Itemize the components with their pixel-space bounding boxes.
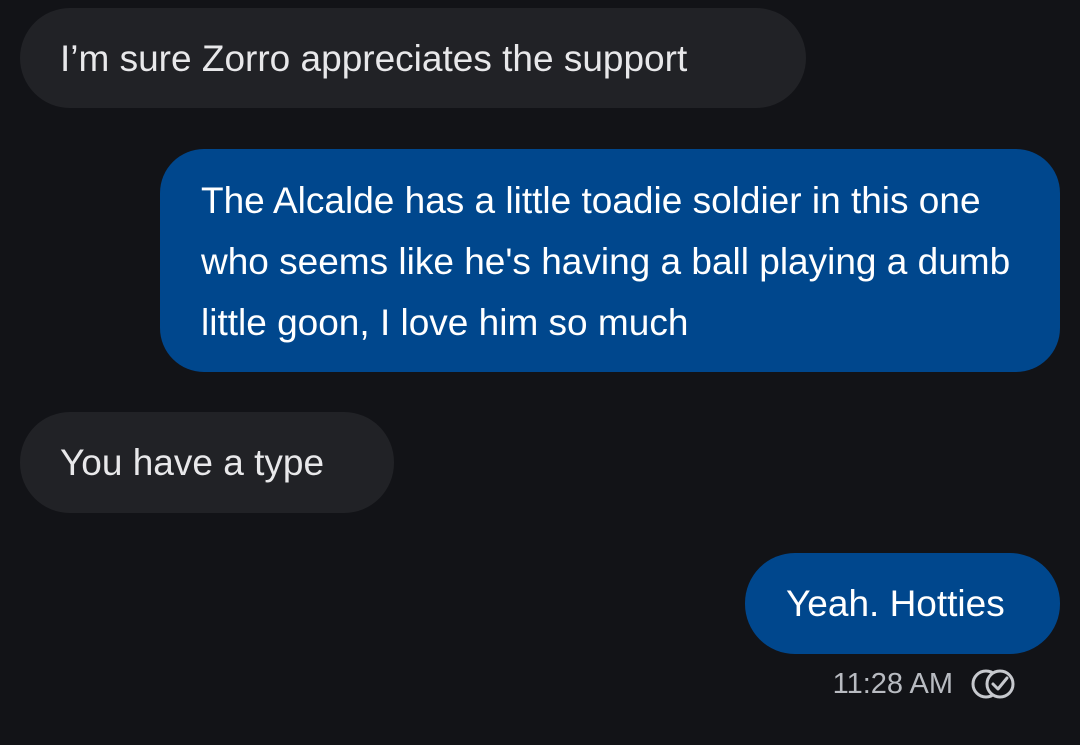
message-timestamp: 11:28 AM [832,667,953,700]
read-check-icon [971,665,1017,703]
message-thread: I’m sure Zorro appreciates the support T… [0,0,1080,745]
outgoing-message-bubble[interactable]: Yeah. Hotties [745,553,1060,654]
incoming-message-bubble[interactable]: I’m sure Zorro appreciates the support [20,8,806,108]
message-status: 11:28 AM [833,664,1017,704]
incoming-message-bubble[interactable]: You have a type [20,412,394,513]
outgoing-message-bubble[interactable]: The Alcalde has a little toadie soldier … [160,149,1060,372]
